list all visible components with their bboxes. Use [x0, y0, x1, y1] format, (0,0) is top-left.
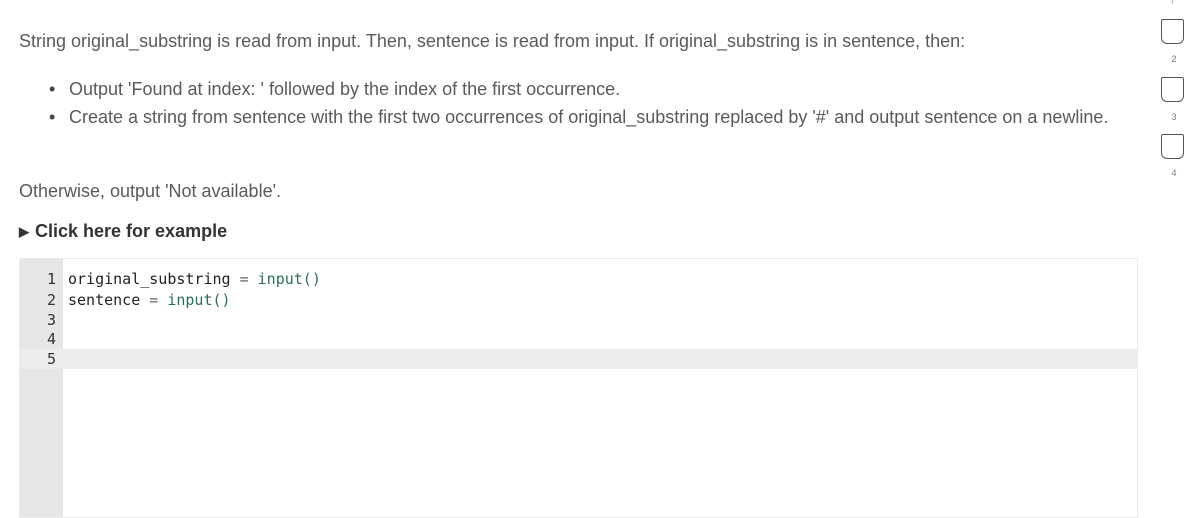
function-call-token: input() — [257, 270, 321, 288]
variable-token: original_substring — [68, 270, 231, 288]
line-number: 4 — [46, 330, 56, 348]
example-toggle-label: Click here for example — [35, 221, 228, 241]
checkbox-4[interactable] — [1161, 134, 1184, 159]
code-text[interactable]: original_substring = input() — [68, 269, 321, 289]
list-item: • Create a string from sentence with the … — [19, 104, 1139, 131]
checkbox-2[interactable] — [1161, 19, 1184, 44]
example-toggle[interactable]: ▶ Click here for example — [19, 220, 227, 243]
list-item: • Output 'Found at index: ' followed by t… — [19, 76, 1139, 103]
requirement-text: Create a string from sentence with the f… — [69, 107, 1109, 127]
line-number: 2 — [46, 291, 56, 309]
bullet-icon: • — [49, 79, 56, 99]
prompt-intro: String original_substring is read from i… — [19, 31, 966, 51]
code-line[interactable]: 3 — [20, 310, 1137, 330]
bullet-icon: • — [49, 107, 56, 127]
code-editor[interactable]: 1 original_substring = input() 2 sentenc… — [19, 258, 1138, 518]
checkbox-label: 2 — [1171, 54, 1177, 64]
requirements-list: • Output 'Found at index: ' followed by t… — [19, 76, 1139, 131]
checkbox-label: 3 — [1171, 112, 1177, 122]
code-line[interactable]: 1 original_substring = input() — [20, 269, 1137, 289]
otherwise-text: Otherwise, output 'Not available'. — [19, 181, 282, 201]
code-line[interactable]: 2 sentence = input() — [20, 290, 1137, 310]
line-number: 1 — [46, 270, 56, 288]
requirement-text: Output 'Found at index: ' followed by th… — [69, 79, 621, 99]
operator-token: = — [140, 291, 168, 309]
operator-token: = — [230, 270, 258, 288]
checkbox-3[interactable] — [1161, 77, 1184, 102]
divider — [1172, 0, 1173, 4]
variable-token: sentence — [68, 291, 141, 309]
checkbox-label: 4 — [1171, 168, 1177, 178]
code-text[interactable]: sentence = input() — [68, 290, 231, 310]
line-number: 5 — [46, 350, 56, 368]
triangle-right-icon: ▶ — [19, 224, 29, 239]
line-number: 3 — [46, 311, 56, 329]
function-call-token: input() — [167, 291, 231, 309]
code-line-active[interactable]: 5 — [20, 349, 1137, 369]
code-line[interactable]: 4 — [20, 329, 1137, 349]
